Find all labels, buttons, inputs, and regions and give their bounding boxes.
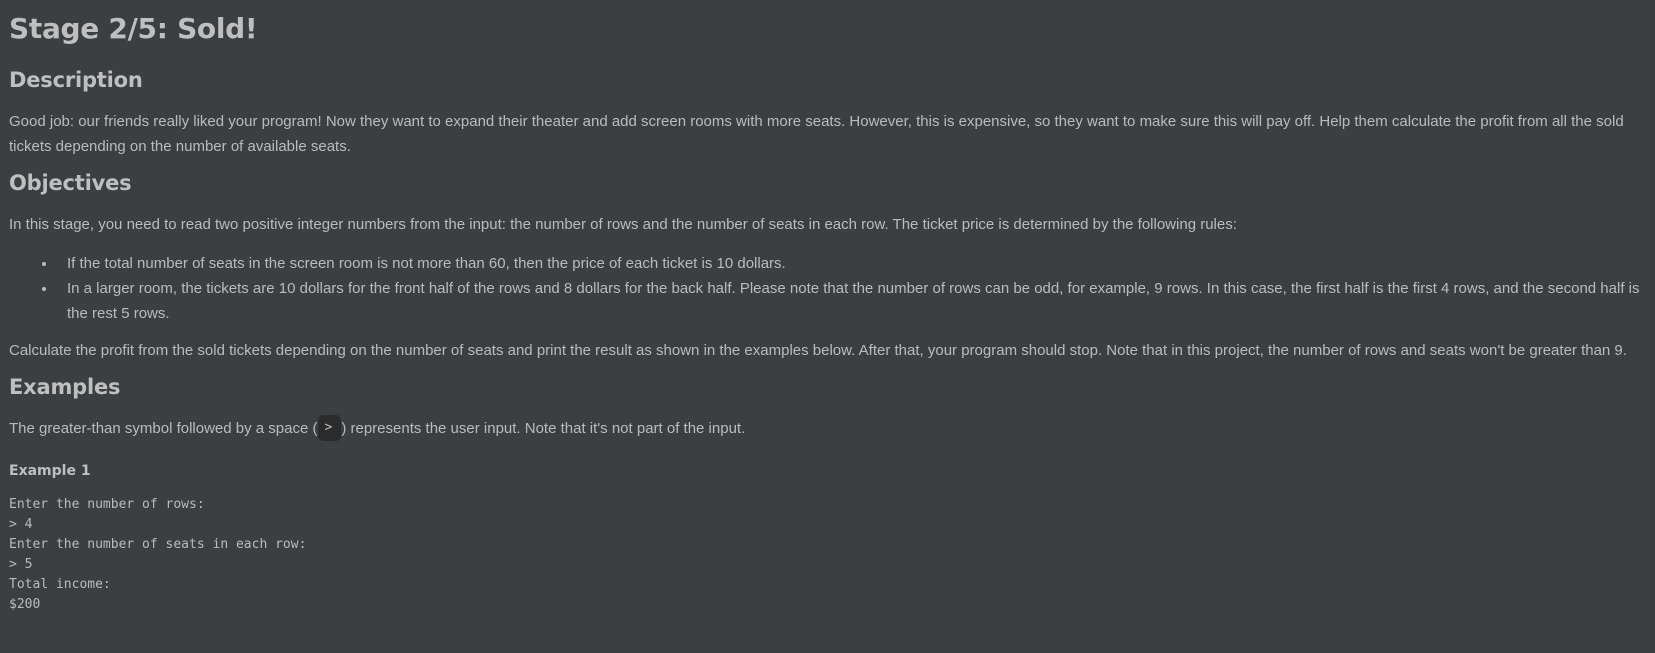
objectives-heading: Objectives (9, 171, 132, 195)
examples-intro-after: ) represents the user input. Note that i… (341, 420, 746, 437)
examples-heading: Examples (9, 375, 121, 399)
description-heading: Description (9, 68, 143, 92)
examples-intro-before: The greater-than symbol followed by a sp… (9, 420, 318, 437)
rule-item: If the total number of seats in the scre… (57, 251, 1646, 276)
rules-list: If the total number of seats in the scre… (9, 251, 1646, 326)
example-1-code-block: Enter the number of rows: > 4 Enter the nu… (9, 495, 1646, 615)
examples-intro: The greater-than symbol followed by a sp… (9, 415, 1646, 442)
code-line: > 4 (9, 517, 33, 533)
code-line: > 5 (9, 557, 33, 573)
inline-code: > (317, 415, 342, 442)
rule-item: In a larger room, the tickets are 10 dol… (57, 276, 1646, 326)
page-title: Stage 2/5: Sold! (9, 12, 258, 45)
stage-description-page: Stage 2/5: Sold! Description Good job: o… (0, 0, 1655, 653)
code-line: Total income: (9, 577, 111, 593)
code-line: Enter the number of seats in each row: (9, 537, 307, 553)
example-1-heading: Example 1 (9, 463, 91, 480)
code-line: Enter the number of rows: (9, 497, 205, 513)
description-text: Good job: our friends really liked your … (9, 113, 1624, 155)
code-line: $200 (9, 597, 41, 613)
objectives-outro: Calculate the profit from the sold ticke… (9, 342, 1627, 359)
objectives-intro: In this stage, you need to read two posi… (9, 216, 1237, 233)
